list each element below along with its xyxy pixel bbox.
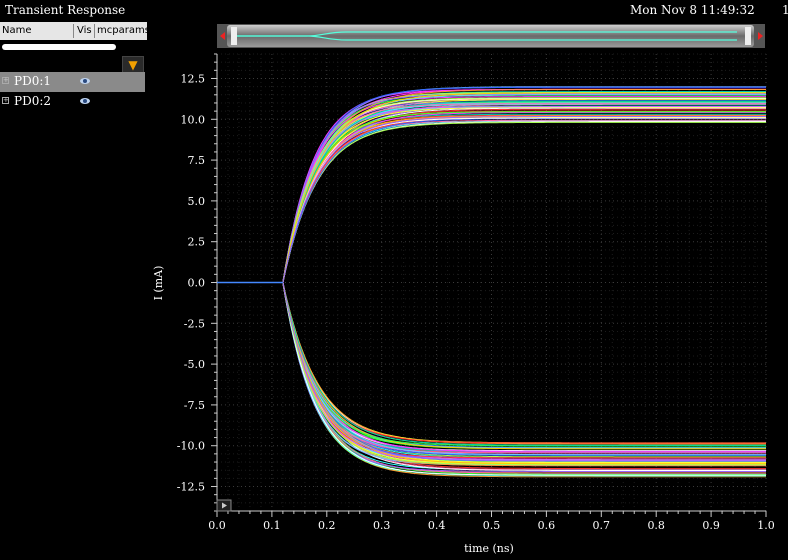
signal-item-pd0-2[interactable]: + PD0:2 — [0, 92, 145, 112]
trace-pd0-2 — [217, 282, 766, 456]
app-title: Transient Response — [5, 3, 126, 17]
x-tick-label: 0.9 — [702, 519, 720, 532]
y-tick-label: -2.5 — [184, 317, 205, 330]
trace-pd0-2 — [217, 282, 766, 466]
trace-pd0-1 — [217, 101, 766, 283]
trace-pd0-1 — [217, 111, 766, 283]
trace-pd0-2 — [217, 282, 766, 449]
column-separator[interactable] — [94, 24, 95, 38]
trace-pd0-2 — [217, 282, 766, 466]
title-trailing-text: 1 — [782, 3, 788, 17]
y-tick-label: -5.0 — [184, 358, 205, 371]
expand-icon[interactable]: + — [2, 97, 9, 104]
trace-pd0-1 — [217, 115, 766, 283]
x-tick-label: 0.8 — [647, 519, 665, 532]
trace-pd0-1 — [217, 116, 766, 283]
x-tick-label: 0.3 — [373, 519, 391, 532]
trace-pd0-2 — [217, 282, 766, 464]
trace-pd0-1 — [217, 99, 766, 283]
clock-datetime: Mon Nov 8 11:49:32 — [630, 3, 755, 17]
x-tick-label: 0.6 — [538, 519, 556, 532]
signal-browser-panel: Name Vis mcparamse ▼ + PD0:1 + PD0:2 — [0, 22, 147, 560]
y-tick-label: 5.0 — [188, 195, 206, 208]
column-separator[interactable] — [73, 24, 74, 38]
trace-pd0-2 — [217, 282, 766, 461]
x-tick-label: 0.4 — [428, 519, 446, 532]
x-tick-label: 0.0 — [208, 519, 226, 532]
trace-pd0-1 — [217, 116, 766, 283]
trace-pd0-2 — [217, 282, 766, 454]
trace-pd0-2 — [217, 282, 766, 450]
trace-pd0-2 — [217, 282, 766, 465]
x-tick-label: 0.2 — [318, 519, 336, 532]
x-axis-label: time (ns) — [464, 542, 514, 555]
y-tick-label: 10.0 — [181, 113, 206, 126]
x-tick-label: 1.0 — [757, 519, 775, 532]
y-tick-label: -12.5 — [177, 481, 205, 494]
trace-pd0-2 — [217, 282, 766, 454]
x-tick-label: 0.5 — [483, 519, 501, 532]
trace-pd0-1 — [217, 101, 766, 283]
signal-table-header: Name Vis mcparamse — [0, 22, 147, 40]
trace-pd0-1 — [217, 102, 766, 283]
x-tick-label: 0.7 — [593, 519, 611, 532]
trace-pd0-1 — [217, 100, 766, 283]
trace-pd0-1 — [217, 111, 766, 283]
y-tick-label: 7.5 — [188, 154, 206, 167]
trace-pd0-2 — [217, 282, 766, 461]
trace-pd0-2 — [217, 282, 766, 466]
trace-pd0-1 — [217, 102, 766, 283]
title-bar: Transient Response Mon Nov 8 11:49:32 1 — [0, 0, 788, 22]
trace-pd0-1 — [217, 115, 766, 283]
trace-pd0-2 — [217, 282, 766, 461]
y-tick-label: 0.0 — [188, 277, 206, 290]
column-header-vis[interactable]: Vis — [77, 25, 93, 36]
visibility-eye-icon[interactable] — [80, 78, 90, 84]
trace-pd0-2 — [217, 282, 766, 466]
expand-icon[interactable]: + — [2, 77, 9, 84]
play-button[interactable] — [216, 499, 232, 512]
trace-pd0-2 — [217, 282, 766, 456]
horizontal-scrollbar[interactable] — [2, 44, 116, 50]
trace-pd0-1 — [217, 110, 766, 283]
transient-plot: 0.0 0.1 0.2 0.3 0.4 0.5 0.6 0.7 0.8 0.9 1.0 12.5 10.… — [152, 24, 775, 555]
trace-pd0-2 — [217, 282, 766, 465]
trace-pd0-2 — [217, 282, 766, 449]
trace-pd0-2 — [217, 282, 766, 461]
x-tick-label: 0.1 — [263, 519, 281, 532]
trace-pd0-1 — [217, 111, 766, 283]
visibility-eye-icon[interactable] — [80, 98, 90, 104]
trace-pd0-2 — [217, 282, 766, 465]
overview-left-handle[interactable] — [231, 27, 237, 45]
trace-pd0-2 — [217, 282, 766, 456]
trace-pd0-2 — [217, 282, 766, 464]
signal-item-label: PD0:1 — [14, 74, 52, 88]
trace-pd0-1 — [217, 115, 766, 283]
trace-pd0-2 — [217, 282, 766, 456]
trace-pd0-2 — [217, 282, 766, 465]
overview-scroller[interactable] — [217, 24, 765, 48]
y-tick-label: 2.5 — [188, 236, 206, 249]
y-tick-label: 12.5 — [181, 72, 206, 85]
y-axis-label: I (mA) — [152, 266, 165, 301]
signal-item-pd0-1[interactable]: + PD0:1 — [0, 72, 145, 92]
signal-item-label: PD0:2 — [14, 94, 52, 108]
trace-pd0-2 — [217, 282, 766, 450]
overview-right-handle[interactable] — [745, 27, 751, 45]
y-tick-label: -7.5 — [184, 399, 205, 412]
trace-pd0-1 — [217, 103, 766, 283]
column-header-name[interactable]: Name — [2, 25, 72, 36]
trace-pd0-1 — [217, 111, 766, 283]
trace-pd0-1 — [217, 102, 766, 283]
trace-pd0-2 — [217, 282, 766, 463]
y-tick-label: -10.0 — [177, 440, 205, 453]
column-header-mcparams[interactable]: mcparamse — [97, 25, 147, 36]
trace-pd0-1 — [217, 108, 766, 283]
trace-pd0-1 — [217, 101, 766, 283]
